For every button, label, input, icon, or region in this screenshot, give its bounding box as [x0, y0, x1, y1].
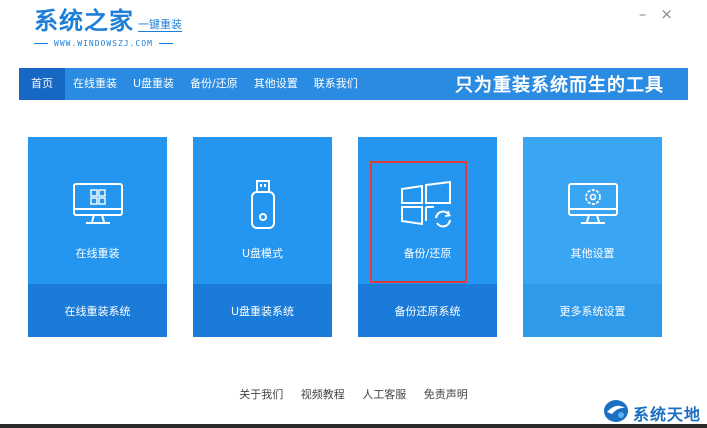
- card-backup-restore-panel[interactable]: 备份/还原: [358, 137, 497, 284]
- nav-item-home[interactable]: 首页: [19, 68, 65, 100]
- minimize-button[interactable]: –: [639, 6, 647, 22]
- card-label: U盘模式: [241, 247, 284, 260]
- usb-drive-icon: [248, 179, 278, 231]
- footer-link-disclaimer[interactable]: 免责声明: [424, 388, 468, 401]
- footer-link-video-tutorial[interactable]: 视频教程: [301, 388, 345, 401]
- nav-item-contact-us[interactable]: 联系我们: [306, 68, 366, 100]
- nav-slogan: 只为重装系统而生的工具: [455, 75, 664, 96]
- card-label: 备份/还原: [403, 247, 452, 260]
- logo-subtitle: 一键重装: [138, 18, 182, 32]
- card-online-reinstall[interactable]: 在线重装 在线重装系统: [28, 137, 167, 337]
- logo-url: WWW.WINDOWSZJ.COM: [34, 39, 182, 48]
- card-label: 在线重装: [75, 247, 120, 260]
- more-system-settings-button[interactable]: 更多系统设置: [523, 284, 662, 337]
- footer-links: 关于我们 视频教程 人工客服 免责声明: [0, 386, 707, 402]
- nav-item-online-reinstall[interactable]: 在线重装: [65, 68, 125, 100]
- main-navbar: 首页 在线重装 U盘重装 备份/还原 其他设置 联系我们 只为重装系统而生的工具: [19, 68, 688, 100]
- card-label: 其他设置: [570, 247, 615, 260]
- monitor-windows-icon: [72, 179, 124, 231]
- app-logo: 系统之家 一键重装 WWW.WINDOWSZJ.COM: [34, 6, 182, 48]
- card-usb-mode[interactable]: U盘模式 U盘重装系统: [193, 137, 332, 337]
- footer-link-about-us[interactable]: 关于我们: [239, 388, 283, 401]
- card-other-settings[interactable]: 其他设置 更多系统设置: [523, 137, 662, 337]
- window-controls: – ×: [639, 6, 673, 22]
- card-backup-restore[interactable]: 备份/还原 备份还原系统: [358, 137, 497, 337]
- online-reinstall-system-button[interactable]: 在线重装系统: [28, 284, 167, 337]
- nav-item-usb-reinstall[interactable]: U盘重装: [125, 68, 182, 100]
- monitor-gear-icon: [567, 179, 619, 231]
- watermark-text: 系统天地: [632, 405, 701, 424]
- usb-reinstall-system-button[interactable]: U盘重装系统: [193, 284, 332, 337]
- bottom-divider: [0, 424, 707, 428]
- footer-link-customer-service[interactable]: 人工客服: [362, 388, 406, 401]
- site-watermark: 系统天地: [602, 398, 701, 428]
- card-online-reinstall-panel[interactable]: 在线重装: [28, 137, 167, 284]
- nav-item-other-settings[interactable]: 其他设置: [246, 68, 306, 100]
- backup-restore-system-button[interactable]: 备份还原系统: [358, 284, 497, 337]
- windows-restore-icon: [400, 179, 456, 231]
- close-button[interactable]: ×: [660, 6, 673, 22]
- watermark-logo-icon: [602, 398, 630, 428]
- card-usb-mode-panel[interactable]: U盘模式: [193, 137, 332, 284]
- logo-title: 系统之家: [34, 7, 134, 35]
- nav-item-backup-restore[interactable]: 备份/还原: [182, 68, 246, 100]
- card-other-settings-panel[interactable]: 其他设置: [523, 137, 662, 284]
